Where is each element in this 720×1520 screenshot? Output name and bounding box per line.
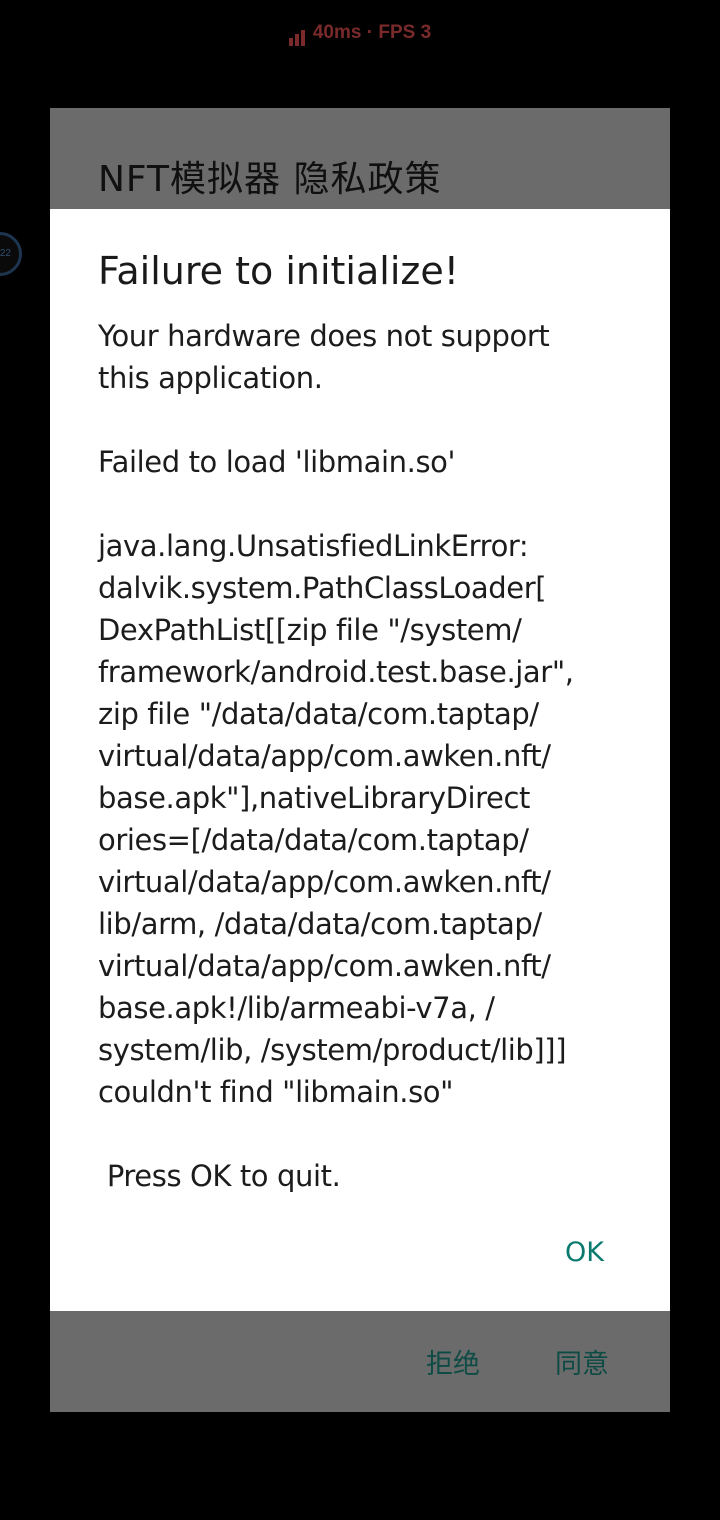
- privacy-dialog-title: NFT模拟器 隐私政策: [98, 159, 442, 200]
- error-message-line: ories=[/data/data/com.taptap/: [98, 823, 529, 857]
- perf-overlay: 40ms · FPS 3: [0, 22, 720, 46]
- error-message-line: framework/android.test.base.jar",: [98, 655, 574, 689]
- error-message-line: Failed to load 'libmain.so': [98, 445, 456, 479]
- error-message-line: zip file "/data/data/com.taptap/: [98, 697, 539, 731]
- error-message-line: base.apk"],nativeLibraryDirect: [98, 781, 531, 815]
- error-message-line: system/lib, /system/product/lib]]]: [98, 1033, 567, 1067]
- reject-button[interactable]: 拒绝: [426, 1342, 480, 1381]
- error-message-line: couldn't find "libmain.so": [98, 1075, 454, 1109]
- error-message-line: this application.: [98, 361, 323, 395]
- error-message-line: virtual/data/app/com.awken.nft/: [98, 739, 551, 773]
- error-message-line: lib/arm, /data/data/com.taptap/: [98, 907, 542, 941]
- ok-button[interactable]: OK: [565, 1237, 604, 1268]
- error-message-line: base.apk!/lib/armeabi-v7a, /: [98, 991, 495, 1025]
- floating-assistant-ball[interactable]: 22: [0, 232, 22, 276]
- floating-ball-label: 22: [0, 248, 11, 259]
- error-dialog: Failure to initialize! Your hardware doe…: [50, 209, 670, 1311]
- agree-button[interactable]: 同意: [555, 1342, 609, 1381]
- overlay-separator: ·: [366, 22, 374, 43]
- error-message-line: Your hardware does not support: [98, 319, 550, 353]
- fps-text: FPS 3: [378, 22, 432, 43]
- error-dialog-title: Failure to initialize!: [98, 249, 459, 293]
- error-message-line: virtual/data/app/com.awken.nft/: [98, 865, 551, 899]
- signal-bars-icon: [288, 24, 307, 46]
- error-message-line: Press OK to quit.: [98, 1159, 341, 1193]
- error-message: Your hardware does not support this appl…: [98, 315, 638, 1197]
- ping-text: 40ms: [312, 22, 362, 43]
- error-message-line: DexPathList[[zip file "/system/: [98, 613, 522, 647]
- error-message-line: dalvik.system.PathClassLoader[: [98, 571, 547, 605]
- error-message-line: virtual/data/app/com.awken.nft/: [98, 949, 551, 983]
- error-message-line: java.lang.UnsatisfiedLinkError:: [98, 529, 529, 563]
